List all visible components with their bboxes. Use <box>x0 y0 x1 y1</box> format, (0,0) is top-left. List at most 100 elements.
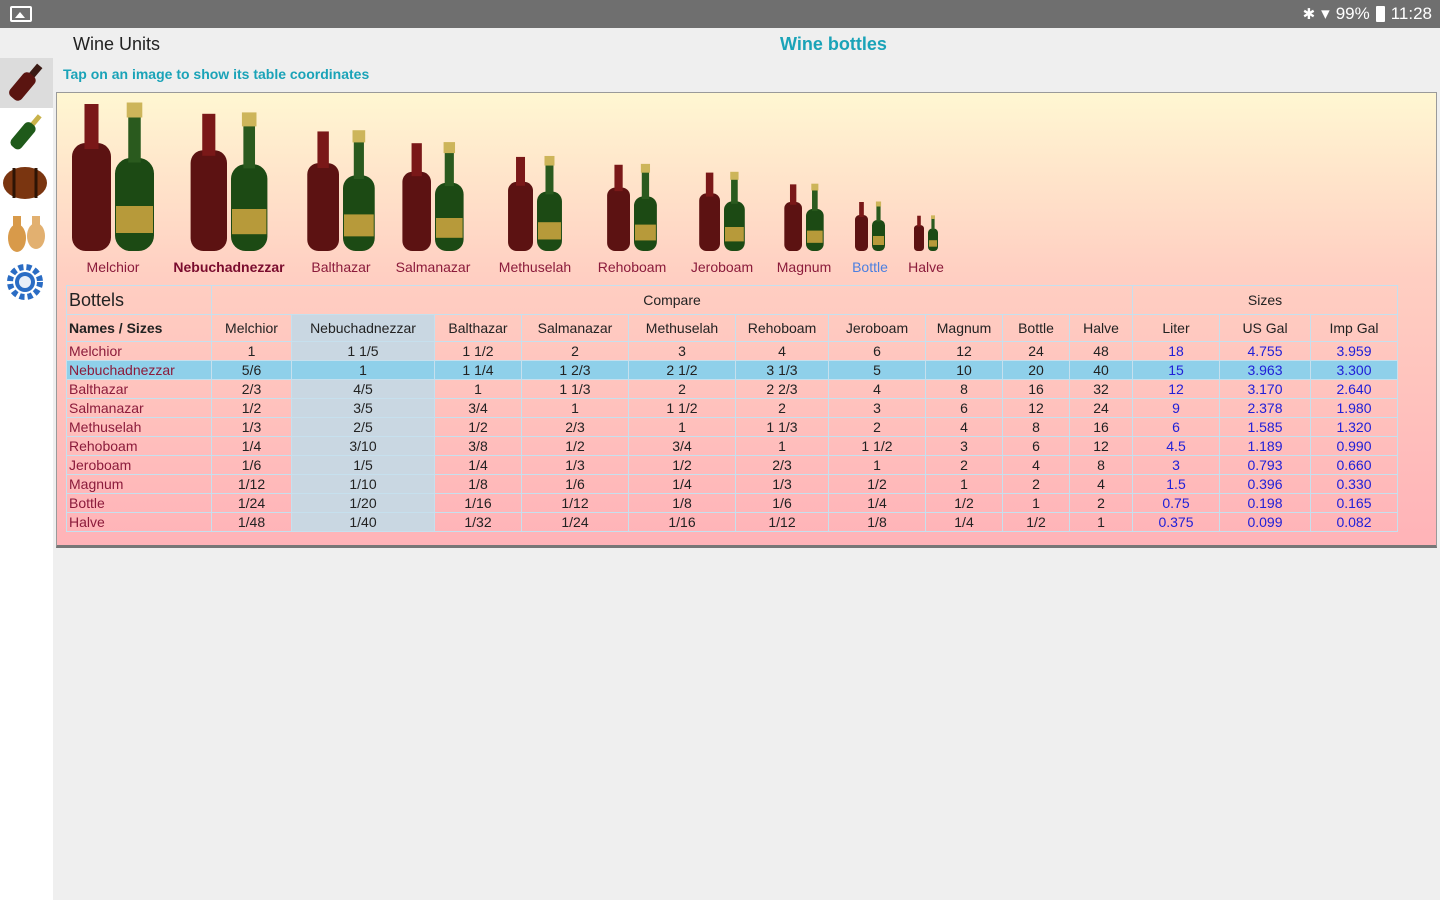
compare-cell[interactable]: 6 <box>828 341 926 361</box>
compare-cell[interactable]: 4 <box>735 341 829 361</box>
compare-cell[interactable]: 4 <box>1002 455 1070 475</box>
sidebar-item-settings[interactable] <box>0 258 53 308</box>
compare-cell[interactable]: 10 <box>925 360 1003 380</box>
compare-cell[interactable]: 1/8 <box>434 474 522 494</box>
compare-cell[interactable]: 1/4 <box>434 455 522 475</box>
compare-cell[interactable]: 4 <box>828 379 926 399</box>
bottle-label-halve[interactable]: Halve <box>908 259 944 275</box>
compare-cell[interactable]: 1 1/5 <box>291 341 435 361</box>
column-header-magnum[interactable]: Magnum <box>925 314 1003 342</box>
compare-cell[interactable]: 1 <box>1002 493 1070 513</box>
compare-cell[interactable]: 3 <box>828 398 926 418</box>
row-label[interactable]: Halve <box>66 512 212 532</box>
compare-cell[interactable]: 1 <box>925 474 1003 494</box>
compare-cell[interactable]: 1/10 <box>291 474 435 494</box>
column-header-rehoboam[interactable]: Rehoboam <box>735 314 829 342</box>
compare-cell[interactable]: 1/6 <box>521 474 629 494</box>
compare-cell[interactable]: 2 2/3 <box>735 379 829 399</box>
column-header-jeroboam[interactable]: Jeroboam <box>828 314 926 342</box>
table-row[interactable]: Halve 1/48 1/40 1/32 1/24 1/16 1/12 1/8 1/4 1/2 1 0… <box>66 512 1398 532</box>
compare-cell[interactable]: 1/2 <box>434 417 522 437</box>
column-header-melchior[interactable]: Melchior <box>211 314 292 342</box>
compare-cell[interactable]: 2 <box>925 455 1003 475</box>
compare-cell[interactable]: 40 <box>1069 360 1133 380</box>
column-header-salmanazar[interactable]: Salmanazar <box>521 314 629 342</box>
sidebar-item-wine-bottles[interactable] <box>0 58 53 108</box>
compare-cell[interactable]: 3 <box>925 436 1003 456</box>
compare-cell[interactable]: 20 <box>1002 360 1070 380</box>
compare-cell[interactable]: 16 <box>1002 379 1070 399</box>
compare-cell[interactable]: 1/32 <box>434 512 522 532</box>
compare-cell[interactable]: 1 <box>434 379 522 399</box>
compare-cell[interactable]: 1/3 <box>211 417 292 437</box>
table-row[interactable]: Rehoboam 1/4 3/10 3/8 1/2 3/4 1 1 1/2 3 6 12 4.5 1.1… <box>66 436 1398 456</box>
compare-cell[interactable]: 2 <box>828 417 926 437</box>
compare-cell[interactable]: 2 <box>735 398 829 418</box>
compare-cell[interactable]: 8 <box>925 379 1003 399</box>
compare-cell[interactable]: 12 <box>1069 436 1133 456</box>
compare-cell[interactable]: 1/6 <box>211 455 292 475</box>
column-header-balthazar[interactable]: Balthazar <box>434 314 522 342</box>
compare-cell[interactable]: 1 1/3 <box>735 417 829 437</box>
compare-cell[interactable]: 32 <box>1069 379 1133 399</box>
sidebar-item-amphorae[interactable] <box>0 208 53 258</box>
bottle-image-magnum[interactable] <box>784 183 824 251</box>
compare-cell[interactable]: 1/20 <box>291 493 435 513</box>
compare-cell[interactable]: 1/24 <box>211 493 292 513</box>
compare-cell[interactable]: 2 <box>628 379 736 399</box>
compare-cell[interactable]: 1/6 <box>735 493 829 513</box>
compare-cell[interactable]: 5 <box>828 360 926 380</box>
row-label[interactable]: Melchior <box>66 341 212 361</box>
compare-cell[interactable]: 3/10 <box>291 436 435 456</box>
compare-cell[interactable]: 2 1/2 <box>628 360 736 380</box>
compare-cell[interactable]: 2/3 <box>521 417 629 437</box>
compare-cell[interactable]: 1 <box>521 398 629 418</box>
compare-cell[interactable]: 12 <box>1002 398 1070 418</box>
compare-cell[interactable]: 1/2 <box>628 455 736 475</box>
row-label[interactable]: Jeroboam <box>66 455 212 475</box>
compare-cell[interactable]: 1 <box>211 341 292 361</box>
bottle-label-methuselah[interactable]: Methuselah <box>499 259 571 275</box>
table-row[interactable]: Jeroboam 1/6 1/5 1/4 1/3 1/2 2/3 1 2 4 8 3 0.793 0.66… <box>66 455 1398 475</box>
compare-cell[interactable]: 1 1/2 <box>828 436 926 456</box>
compare-cell[interactable]: 2 <box>1002 474 1070 494</box>
compare-cell[interactable]: 2 <box>1069 493 1133 513</box>
row-label[interactable]: Balthazar <box>66 379 212 399</box>
compare-cell[interactable]: 1 <box>291 360 435 380</box>
compare-cell[interactable]: 3 1/3 <box>735 360 829 380</box>
compare-cell[interactable]: 5/6 <box>211 360 292 380</box>
sidebar-item-champagne[interactable] <box>0 108 53 158</box>
bottle-image-balthazar[interactable] <box>307 130 375 251</box>
bottle-label-jeroboam[interactable]: Jeroboam <box>691 259 753 275</box>
row-label[interactable]: Rehoboam <box>66 436 212 456</box>
table-row[interactable]: Nebuchadnezzar 5/6 1 1 1/4 1 2/3 2 1/2 3 1/3 5 1… <box>66 360 1398 380</box>
compare-cell[interactable]: 1/4 <box>628 474 736 494</box>
compare-cell[interactable]: 3/4 <box>628 436 736 456</box>
compare-cell[interactable]: 1/3 <box>521 455 629 475</box>
bottle-label-salmanazar[interactable]: Salmanazar <box>396 259 471 275</box>
bottle-label-balthazar[interactable]: Balthazar <box>311 259 370 275</box>
compare-cell[interactable]: 3/8 <box>434 436 522 456</box>
compare-cell[interactable]: 1 1/2 <box>628 398 736 418</box>
compare-cell[interactable]: 3/4 <box>434 398 522 418</box>
compare-cell[interactable]: 1/12 <box>735 512 829 532</box>
compare-cell[interactable]: 3/5 <box>291 398 435 418</box>
sidebar-item-barrels[interactable] <box>0 158 53 208</box>
bottle-image-salmanazar[interactable] <box>402 142 464 251</box>
compare-cell[interactable]: 1/4 <box>828 493 926 513</box>
compare-cell[interactable]: 1/2 <box>828 474 926 494</box>
compare-cell[interactable]: 1/12 <box>211 474 292 494</box>
bottle-label-bottle[interactable]: Bottle <box>852 259 888 275</box>
compare-cell[interactable]: 1 2/3 <box>521 360 629 380</box>
table-row[interactable]: Bottle 1/24 1/20 1/16 1/12 1/8 1/6 1/4 1/2 1 2 0.75… <box>66 493 1398 513</box>
table-row[interactable]: Melchior 1 1 1/5 1 1/2 2 3 4 6 12 24 48 18 4.755 3.95… <box>66 341 1398 361</box>
compare-cell[interactable]: 1/48 <box>211 512 292 532</box>
compare-cell[interactable]: 6 <box>1002 436 1070 456</box>
compare-cell[interactable]: 1/40 <box>291 512 435 532</box>
compare-cell[interactable]: 2/3 <box>211 379 292 399</box>
compare-cell[interactable]: 1/8 <box>828 512 926 532</box>
compare-cell[interactable]: 1 1/3 <box>521 379 629 399</box>
bottle-label-magnum[interactable]: Magnum <box>777 259 831 275</box>
compare-cell[interactable]: 16 <box>1069 417 1133 437</box>
compare-cell[interactable]: 3 <box>628 341 736 361</box>
